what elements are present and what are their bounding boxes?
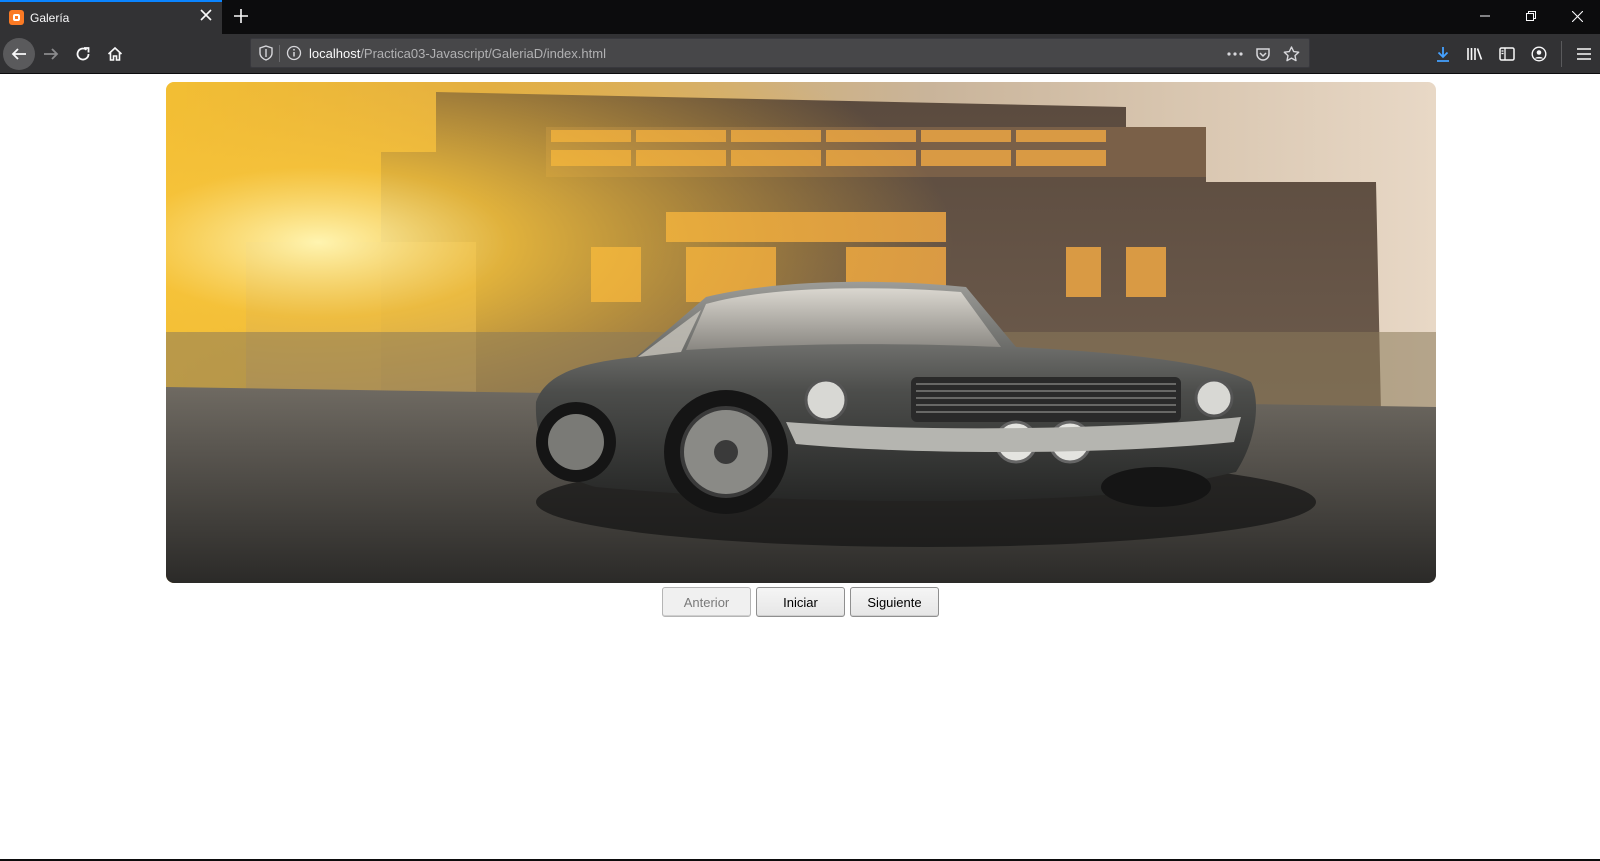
navigation-toolbar: localhost/Practica03-Javascript/GaleriaD…: [0, 34, 1600, 74]
home-icon[interactable]: [99, 38, 131, 70]
reload-icon[interactable]: [67, 38, 99, 70]
car-photo: [166, 82, 1436, 583]
pocket-icon[interactable]: [1253, 44, 1273, 64]
next-button[interactable]: Siguiente: [850, 587, 939, 617]
tab-galeria[interactable]: Galería: [0, 0, 222, 34]
close-window-icon[interactable]: [1554, 0, 1600, 32]
url-text[interactable]: localhost/Practica03-Javascript/GaleriaD…: [309, 46, 606, 61]
star-icon[interactable]: [1281, 44, 1301, 64]
start-button[interactable]: Iniciar: [756, 587, 845, 617]
tab-close-icon[interactable]: [198, 9, 214, 25]
toolbar-right: [1427, 38, 1600, 70]
new-tab-button[interactable]: [231, 5, 251, 27]
gallery-image: [166, 82, 1436, 583]
tab-title: Galería: [30, 11, 70, 25]
prev-button[interactable]: Anterior: [662, 587, 751, 617]
url-bar[interactable]: localhost/Practica03-Javascript/GaleriaD…: [250, 38, 1310, 68]
url-bar-separator: [279, 45, 280, 62]
toolbar-divider: [1561, 41, 1562, 67]
url-bar-actions: [1225, 44, 1301, 64]
download-icon[interactable]: [1427, 38, 1459, 70]
info-icon[interactable]: [286, 45, 302, 66]
sidebar-icon[interactable]: [1491, 38, 1523, 70]
forward-arrow-icon[interactable]: [35, 38, 67, 70]
url-host: localhost: [309, 46, 361, 61]
restore-icon[interactable]: [1508, 0, 1554, 32]
xampp-icon: [9, 10, 24, 25]
hamburger-menu-icon[interactable]: [1568, 38, 1600, 70]
gallery-controls: Anterior Iniciar Siguiente: [662, 587, 939, 617]
window-controls: [1462, 0, 1600, 34]
library-icon[interactable]: [1459, 38, 1491, 70]
more-dots-icon[interactable]: [1225, 44, 1245, 64]
url-path: /Practica03-Javascript/GaleriaD/index.ht…: [360, 46, 606, 61]
account-icon[interactable]: [1523, 38, 1555, 70]
tab-strip: Galería: [0, 0, 1600, 34]
back-arrow-icon[interactable]: [3, 38, 35, 70]
minimize-icon[interactable]: [1462, 0, 1508, 32]
shield-icon[interactable]: [259, 45, 273, 66]
